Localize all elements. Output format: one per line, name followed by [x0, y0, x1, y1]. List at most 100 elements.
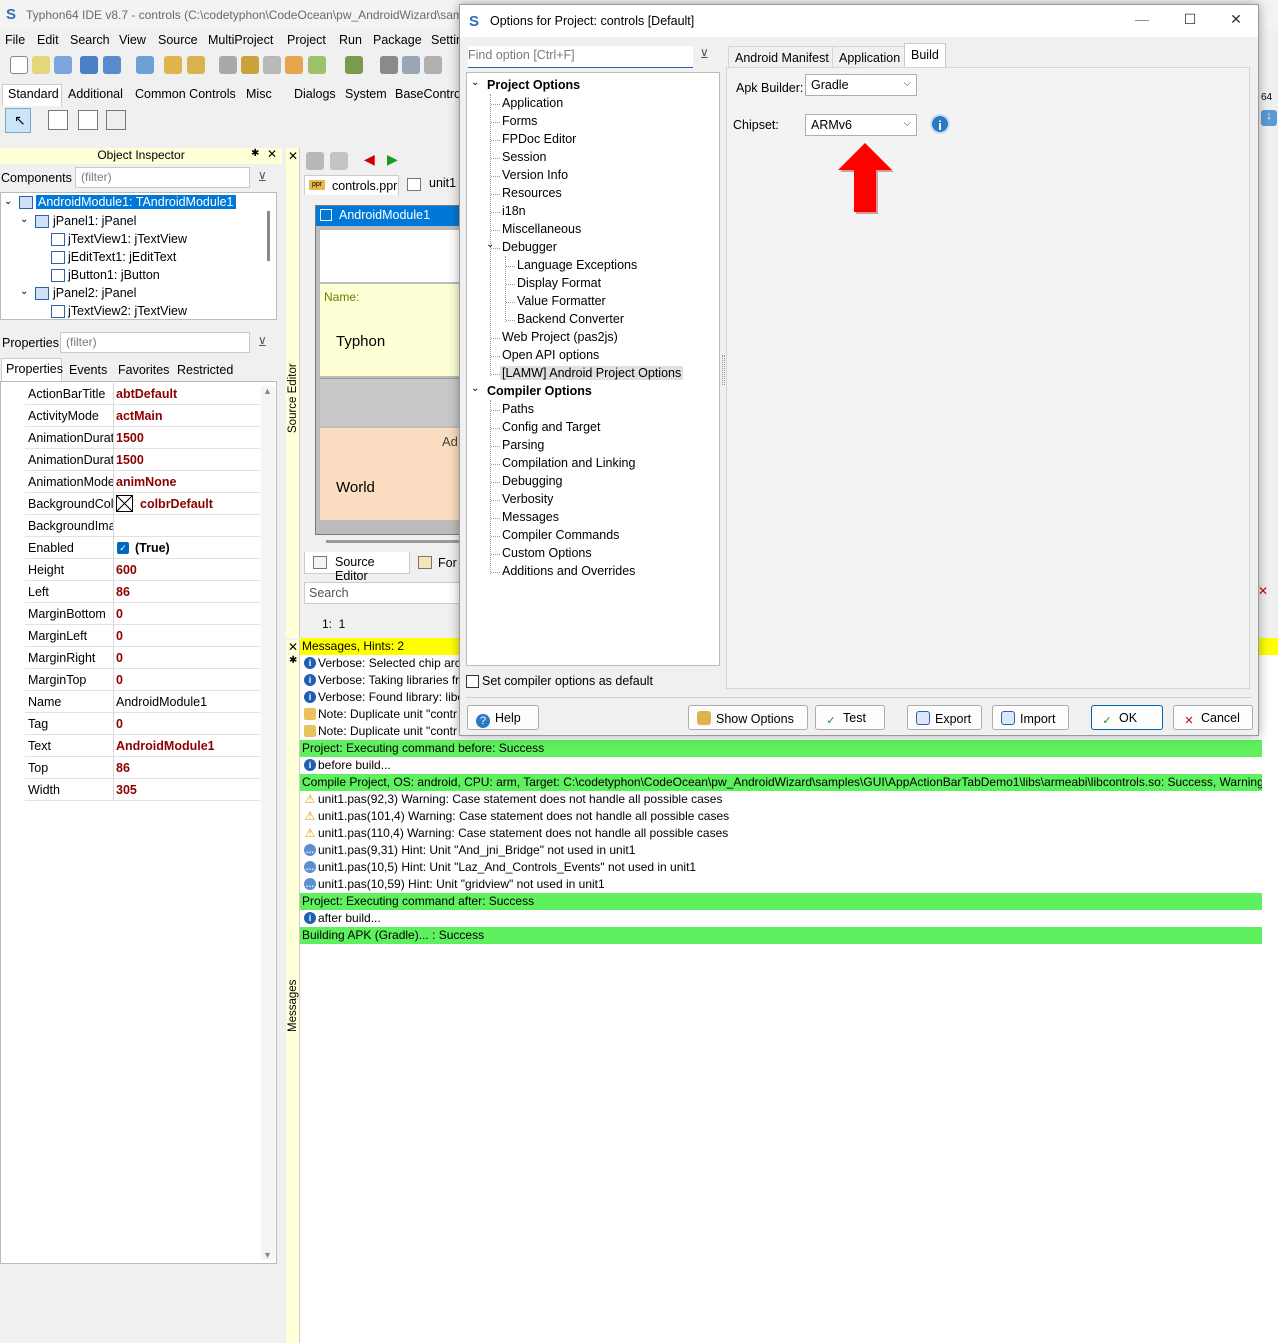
property-value[interactable]: (True) [135, 541, 170, 555]
options-tree-item[interactable]: i18n [502, 204, 526, 218]
maximize-icon[interactable]: ☐ [1180, 11, 1200, 31]
chipset-select[interactable]: ARMv6 ⌵ [805, 114, 917, 136]
save-all-icon[interactable] [54, 56, 72, 74]
message-row[interactable]: Project: Executing command before: Succe… [300, 740, 1262, 757]
options-tree-item[interactable]: Custom Options [502, 546, 592, 560]
color-swatch-icon[interactable] [116, 495, 133, 512]
options-tree-item[interactable]: Display Format [517, 276, 601, 290]
property-row[interactable]: Name AndroidModule1 [25, 691, 260, 713]
tab-controls-ppr[interactable]: ppr controls.ppr [304, 175, 399, 195]
message-row[interactable]: i Verbose: Taking libraries fro [302, 672, 466, 689]
chevron-down-icon[interactable]: ⌄ [471, 383, 479, 394]
property-row[interactable]: Height 600 [25, 559, 260, 581]
menu-view[interactable]: View [119, 33, 146, 47]
property-row[interactable]: MarginRight 0 [25, 647, 260, 669]
property-value[interactable]: animNone [116, 475, 176, 489]
options-tree-item[interactable]: Messages [502, 510, 559, 524]
designer-white-panel[interactable] [320, 230, 461, 282]
message-row[interactable]: … unit1.pas(10,59) Hint: Unit "gridview" … [302, 876, 605, 893]
property-row[interactable]: BackgroundIma [25, 515, 260, 537]
options-tree-item[interactable]: Compilation and Linking [502, 456, 635, 470]
property-value[interactable]: 86 [116, 585, 130, 599]
tab-restricted[interactable]: Restricted [177, 363, 233, 377]
close-icon[interactable]: ✕ [1258, 584, 1268, 598]
property-value[interactable]: AndroidModule1 [116, 695, 207, 709]
options-tree-item[interactable]: Additions and Overrides [502, 564, 635, 578]
palette-tab-system[interactable]: System [345, 87, 387, 101]
help-button[interactable]: ? Help [467, 705, 539, 730]
options-tree-item[interactable]: Forms [502, 114, 537, 128]
property-row[interactable]: ActionBarTitle abtDefault [25, 383, 260, 405]
tools-icon[interactable] [187, 56, 205, 74]
tree-item-androidmodule1[interactable]: AndroidModule1: TAndroidModule1 [36, 195, 236, 209]
step-icon[interactable] [345, 56, 363, 74]
property-row[interactable]: MarginBottom 0 [25, 603, 260, 625]
compile-icon[interactable] [285, 56, 303, 74]
property-row[interactable]: Width 305 [25, 779, 260, 801]
collapse-icon[interactable]: ⌄ [4, 196, 12, 207]
palette-tab-misc[interactable]: Misc [246, 87, 272, 101]
tab-favorites[interactable]: Favorites [118, 363, 169, 377]
popup-menu-component-icon[interactable] [78, 110, 98, 130]
property-value[interactable]: 0 [116, 717, 123, 731]
view-units-icon[interactable] [424, 56, 442, 74]
menu-package[interactable]: Package [373, 33, 422, 47]
package-icon[interactable] [164, 56, 182, 74]
message-row[interactable]: Compile Project, OS: android, CPU: arm, … [300, 774, 1262, 791]
show-options-button[interactable]: Show Options [688, 705, 808, 730]
options-tree-item[interactable]: Version Info [502, 168, 568, 182]
pointer-tool-icon[interactable]: ↖ [5, 108, 31, 133]
close-icon[interactable]: ✕ [1226, 11, 1246, 31]
message-row[interactable]: i Verbose: Selected chip arch [302, 655, 467, 672]
tree-item-jbutton1[interactable]: jButton1: jButton [68, 268, 160, 282]
tab-events[interactable]: Events [69, 363, 107, 377]
options-tree-item[interactable]: Config and Target [502, 420, 600, 434]
options-tree-item[interactable]: Verbosity [502, 492, 553, 506]
message-row[interactable]: Project: Executing command after: Succes… [300, 893, 1262, 910]
tree-item-jpanel1[interactable]: jPanel1: jPanel [53, 214, 136, 228]
options-tree-item[interactable]: FPDoc Editor [502, 132, 576, 146]
options-tree-item[interactable]: Resources [502, 186, 562, 200]
palette-tab-standard[interactable]: Standard [8, 87, 59, 101]
test-button[interactable]: ✓ Test [815, 705, 885, 730]
editor-search-input[interactable]: Search [304, 582, 460, 604]
minimize-icon[interactable]: — [1132, 11, 1152, 31]
property-value[interactable]: 1500 [116, 431, 144, 445]
open-icon[interactable] [80, 56, 98, 74]
chevron-down-icon[interactable]: ⌄ [471, 77, 479, 88]
tree-scrollbar[interactable] [267, 211, 270, 261]
tree-item-jpanel2[interactable]: jPanel2: jPanel [53, 286, 136, 300]
find-option-input[interactable]: Find option [Ctrl+F] [468, 46, 693, 68]
options-tree-item[interactable]: Compiler Options [487, 384, 592, 398]
property-row[interactable]: AnimationDurat 1500 [25, 427, 260, 449]
menu-file[interactable]: File [5, 33, 25, 47]
property-value[interactable]: 0 [116, 629, 123, 643]
menu-source[interactable]: Source [158, 33, 198, 47]
zoom-icon[interactable] [136, 56, 154, 74]
bookmark-icon[interactable] [330, 152, 348, 170]
find-icon[interactable] [103, 56, 121, 74]
property-value[interactable]: 0 [116, 607, 123, 621]
property-row[interactable]: Left 86 [25, 581, 260, 603]
property-row[interactable]: AnimationDurat 1500 [25, 449, 260, 471]
tree-item-jedittext1[interactable]: jEditText1: jEditText [68, 250, 176, 264]
property-value[interactable]: 1500 [116, 453, 144, 467]
designer-panel-jpanel1[interactable]: Name: Typhon [320, 284, 461, 376]
clear-filter-icon[interactable]: ⊻ [258, 335, 267, 349]
tab-form[interactable]: For [416, 552, 460, 574]
menu-run[interactable]: Run [339, 33, 362, 47]
import-button[interactable]: Import [992, 705, 1069, 730]
options-tree-item[interactable]: Miscellaneous [502, 222, 581, 236]
close-icon[interactable]: ✕ [267, 147, 277, 161]
designer-scrollbar[interactable] [326, 540, 460, 543]
property-row[interactable]: BackgroundColo colbrDefault [25, 493, 260, 515]
menu-edit[interactable]: Edit [37, 33, 59, 47]
main-menu-component-icon[interactable] [48, 110, 68, 130]
message-row[interactable]: Note: Duplicate unit "contr [302, 706, 457, 723]
message-row[interactable]: … unit1.pas(10,5) Hint: Unit "Laz_And_Con… [302, 859, 696, 876]
back-arrow-icon[interactable]: ◀ [364, 151, 375, 168]
options-tree-item[interactable]: Session [502, 150, 546, 164]
property-value[interactable]: 0 [116, 651, 123, 665]
run-icon[interactable] [308, 56, 326, 74]
components-filter-input[interactable]: (filter) [75, 167, 250, 188]
